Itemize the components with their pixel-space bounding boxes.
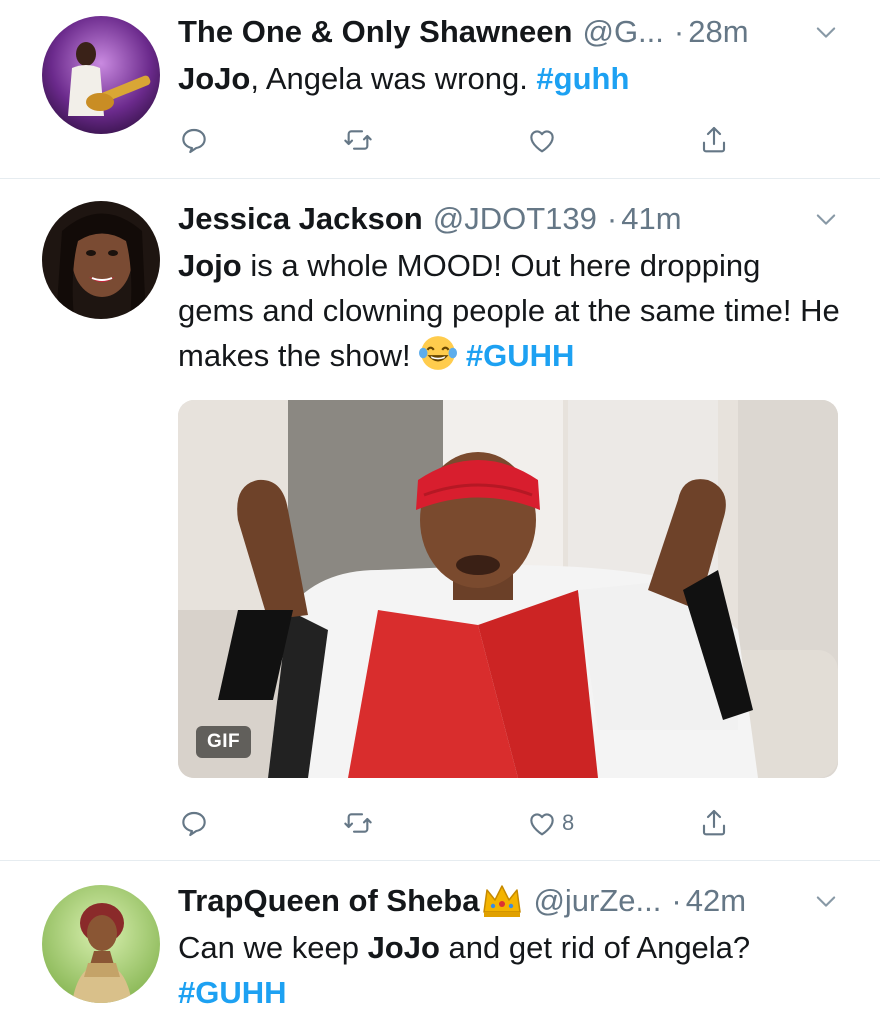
chevron-down-icon[interactable] [812,18,840,46]
hashtag-link[interactable]: #GUHH [178,975,287,1010]
reply-button[interactable] [178,118,210,162]
text-segment: , Angela was wrong. [250,61,537,96]
chevron-down-icon[interactable] [812,887,840,915]
like-count: 8 [562,810,575,835]
like-icon [530,813,554,836]
user-handle[interactable]: @G... [582,14,663,50]
avatar-image [42,16,160,134]
retweet-icon [344,813,372,833]
user-handle[interactable]: @JDOT139 [433,201,597,237]
reply-icon [182,811,206,837]
share-button[interactable] [698,118,730,162]
display-name[interactable]: The One & Only Shawneen [178,14,572,50]
display-name[interactable]: TrapQueen of Sheba [178,883,479,919]
tweet-actions: 8 [178,801,758,845]
tweet-1[interactable]: The One & Only Shawneen @G... · 28m JoJo… [0,0,880,178]
hashtag-link[interactable]: #guhh [536,61,629,96]
share-icon [702,809,726,836]
timestamp[interactable]: 42m [686,883,746,919]
retweet-button[interactable] [342,118,374,162]
bold-mention: Jojo [178,248,242,283]
avatar-image [42,201,160,319]
bold-mention: JoJo [178,61,251,96]
retweet-icon [344,130,372,150]
avatar[interactable] [42,885,160,1003]
face-with-tears-of-joy-icon [419,336,458,370]
share-button[interactable] [698,801,730,845]
tweet-text: Jojo is a whole MOOD! Out here dropping … [178,243,840,378]
chevron-down-icon[interactable] [812,205,840,233]
avatar[interactable] [42,16,160,134]
gif-media[interactable]: GIF [178,400,838,778]
text-segment: Can we keep [178,930,368,965]
tweet-header: TrapQueen of Sheba @jurZe... · 42m [178,879,840,923]
reply-icon [182,128,206,154]
user-handle[interactable]: @jurZe... [533,883,661,919]
tweet-text: JoJo, Angela was wrong. #guhh [178,56,840,101]
tweet-header: Jessica Jackson @JDOT139 · 41m [178,197,840,241]
share-icon [702,126,726,153]
tweet-text: Can we keep JoJo and get rid of Angela? #… [178,925,840,1015]
separator-dot: · [673,14,685,49]
crown-icon [483,885,522,917]
bold-mention: JoJo [367,930,440,965]
like-icon [530,130,554,153]
avatar-image [42,885,160,1003]
timestamp[interactable]: 41m [621,201,681,237]
tweet-3[interactable]: TrapQueen of Sheba @jurZe... · 42m Can w… [0,861,880,1024]
retweet-button[interactable] [342,801,374,845]
hashtag-link[interactable]: #GUHH [466,338,575,373]
tweet-2[interactable]: Jessica Jackson @JDOT139 · 41m Jojo is a… [0,179,880,860]
separator-dot: · [671,883,682,918]
gif-frame-image [178,400,838,778]
separator-dot: · [606,201,618,236]
timestamp[interactable]: 28m [688,14,748,50]
display-name[interactable]: Jessica Jackson [178,201,423,237]
gif-badge: GIF [196,726,252,758]
text-segment: and get rid of Angela? [439,930,751,965]
reply-button[interactable] [178,801,210,845]
like-button[interactable] [526,118,558,162]
tweet-header: The One & Only Shawneen @G... · 28m [178,10,840,54]
tweet-actions [178,118,758,162]
avatar[interactable] [42,201,160,319]
like-button[interactable]: 8 [526,801,574,845]
